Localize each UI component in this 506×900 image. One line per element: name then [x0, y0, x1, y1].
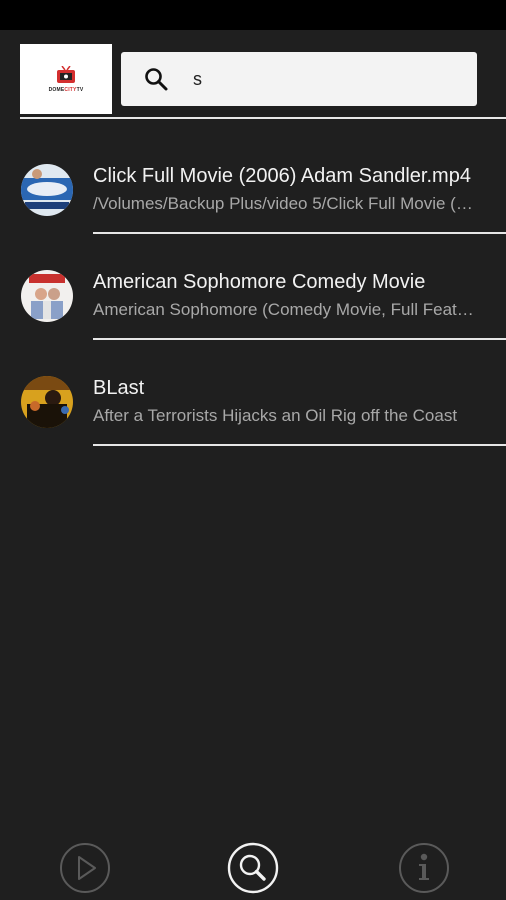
header-divider — [20, 117, 506, 119]
list-item[interactable]: Click Full Movie (2006) Adam Sandler.mp4… — [0, 136, 506, 242]
click-movie-thumbnail — [21, 164, 73, 216]
result-subtitle: /Volumes/Backup Plus/video 5/Click Full … — [93, 194, 480, 213]
row-divider — [93, 444, 506, 446]
blast-thumbnail — [21, 376, 73, 428]
search-icon — [227, 842, 279, 894]
result-title: BLast — [93, 377, 145, 399]
result-subtitle: American Sophomore (Comedy Movie, Full F… — [93, 300, 480, 319]
result-title: American Sophomore Comedy Movie — [93, 271, 426, 293]
nav-search-button[interactable] — [227, 842, 279, 894]
list-item[interactable]: BLast After a Terrorists Hijacks an Oil … — [0, 348, 506, 454]
search-results-list: Click Full Movie (2006) Adam Sandler.mp4… — [0, 136, 506, 454]
american-sophomore-thumbnail — [21, 270, 73, 322]
nav-info-button[interactable] — [398, 842, 450, 894]
status-bar — [0, 0, 506, 30]
app-logo[interactable]: DOMECITYTV — [20, 44, 112, 114]
search-bar[interactable] — [121, 52, 477, 106]
app-header: DOMECITYTV — [0, 30, 506, 118]
result-subtitle: After a Terrorists Hijacks an Oil Rig of… — [93, 406, 458, 425]
nav-play-button[interactable] — [59, 842, 111, 894]
search-icon — [145, 68, 168, 91]
list-item[interactable]: American Sophomore Comedy Movie American… — [0, 242, 506, 348]
play-icon — [60, 843, 110, 893]
logo-wordmark: DOMECITYTV — [48, 86, 84, 93]
bottom-navigation — [0, 838, 506, 900]
info-icon — [399, 843, 449, 893]
row-divider — [93, 232, 506, 234]
tv-logo-icon — [57, 65, 75, 83]
result-title: Click Full Movie (2006) Adam Sandler.mp4 — [93, 165, 471, 187]
search-input[interactable] — [193, 52, 463, 106]
row-divider — [93, 338, 506, 340]
